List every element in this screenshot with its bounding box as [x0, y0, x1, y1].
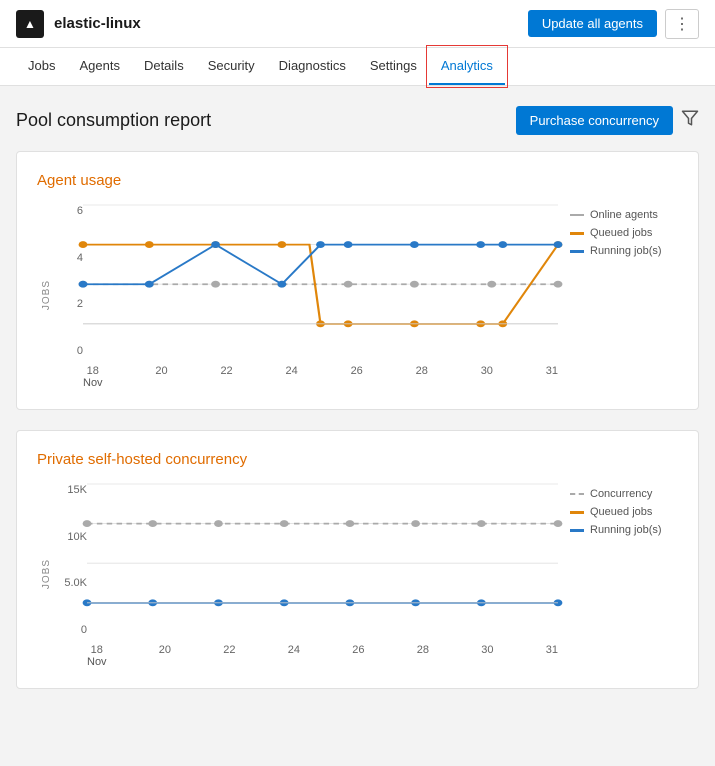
legend-concurrency-label: Concurrency [590, 488, 652, 500]
running-jobs-line [83, 245, 558, 285]
legend-online-agents-label: Online agents [590, 209, 658, 221]
x-label-c-31: 31 [546, 644, 558, 668]
legend-queued-jobs: Queued jobs [570, 227, 678, 239]
x-label-28: 28 [416, 365, 428, 389]
agent-usage-chart [83, 205, 558, 360]
legend-concurrency: Concurrency [570, 488, 678, 500]
x-label-22: 22 [220, 365, 232, 389]
y-label-concurrency: JOBS [41, 559, 52, 589]
concurrency-title: Private self-hosted concurrency [37, 451, 678, 468]
x-label-c-20: 20 [159, 644, 171, 668]
legend-running-jobs-label: Running job(s) [590, 245, 662, 257]
nav-item-details[interactable]: Details [132, 48, 196, 85]
x-label-c-22: 22 [223, 644, 235, 668]
purchase-concurrency-button[interactable]: Purchase concurrency [516, 106, 673, 135]
x-label-30: 30 [481, 365, 493, 389]
filter-icon[interactable] [681, 109, 699, 132]
legend-concurrency-queued-icon [570, 511, 584, 514]
logo: ▲ [16, 10, 44, 38]
legend-concurrency-running: Running job(s) [570, 524, 678, 536]
logo-icon: ▲ [24, 17, 36, 31]
x-label-c-30: 30 [481, 644, 493, 668]
agent-usage-legend: Online agents Queued jobs Running job(s) [558, 205, 678, 257]
nav-item-diagnostics[interactable]: Diagnostics [267, 48, 358, 85]
y-label-agent: JOBS [41, 280, 52, 310]
x-label-26: 26 [351, 365, 363, 389]
x-label-20: 20 [155, 365, 167, 389]
nav-item-jobs[interactable]: Jobs [16, 48, 67, 85]
nav-item-analytics[interactable]: Analytics [429, 48, 505, 85]
more-options-button[interactable]: ⋮ [665, 9, 699, 39]
legend-queued-jobs-icon [570, 232, 584, 235]
concurrency-chart [87, 484, 558, 639]
agent-usage-card: Agent usage JOBS 6 4 2 0 [16, 151, 699, 410]
legend-concurrency-queued: Queued jobs [570, 506, 678, 518]
concurrency-legend: Concurrency Queued jobs Running job(s) [558, 484, 678, 536]
legend-concurrency-queued-label: Queued jobs [590, 506, 652, 518]
legend-running-jobs: Running job(s) [570, 245, 678, 257]
agent-usage-title: Agent usage [37, 172, 678, 189]
page-title: Pool consumption report [16, 110, 211, 131]
x-label-18: 18Nov [83, 365, 103, 389]
x-label-31: 31 [546, 365, 558, 389]
legend-concurrency-running-label: Running job(s) [590, 524, 662, 536]
header-left: ▲ elastic-linux [16, 10, 141, 38]
legend-online-agents: Online agents [570, 209, 678, 221]
nav-bar: Jobs Agents Details Security Diagnostics… [0, 48, 715, 86]
main-content: Pool consumption report Purchase concurr… [0, 86, 715, 729]
legend-running-jobs-icon [570, 250, 584, 253]
y-tick-15k: 15K [67, 484, 87, 496]
legend-online-agents-icon [570, 214, 584, 216]
x-label-c-28: 28 [417, 644, 429, 668]
nav-item-settings[interactable]: Settings [358, 48, 429, 85]
x-label-c-18: 18Nov [87, 644, 107, 668]
page-header: Pool consumption report Purchase concurr… [16, 106, 699, 135]
header-right: Update all agents ⋮ [528, 9, 699, 39]
app-header: ▲ elastic-linux Update all agents ⋮ [0, 0, 715, 48]
x-label-c-24: 24 [288, 644, 300, 668]
legend-concurrency-icon [570, 493, 584, 495]
y-tick-10k: 10K [67, 531, 87, 543]
legend-concurrency-running-icon [570, 529, 584, 532]
update-all-agents-button[interactable]: Update all agents [528, 10, 657, 37]
y-tick-5k: 5.0K [64, 577, 87, 589]
nav-item-security[interactable]: Security [196, 48, 267, 85]
repo-name: elastic-linux [54, 15, 141, 32]
header-actions: Purchase concurrency [516, 106, 699, 135]
legend-queued-jobs-label: Queued jobs [590, 227, 652, 239]
nav-item-agents[interactable]: Agents [67, 48, 131, 85]
x-label-24: 24 [286, 365, 298, 389]
x-label-c-26: 26 [352, 644, 364, 668]
concurrency-card: Private self-hosted concurrency JOBS 15K… [16, 430, 699, 689]
